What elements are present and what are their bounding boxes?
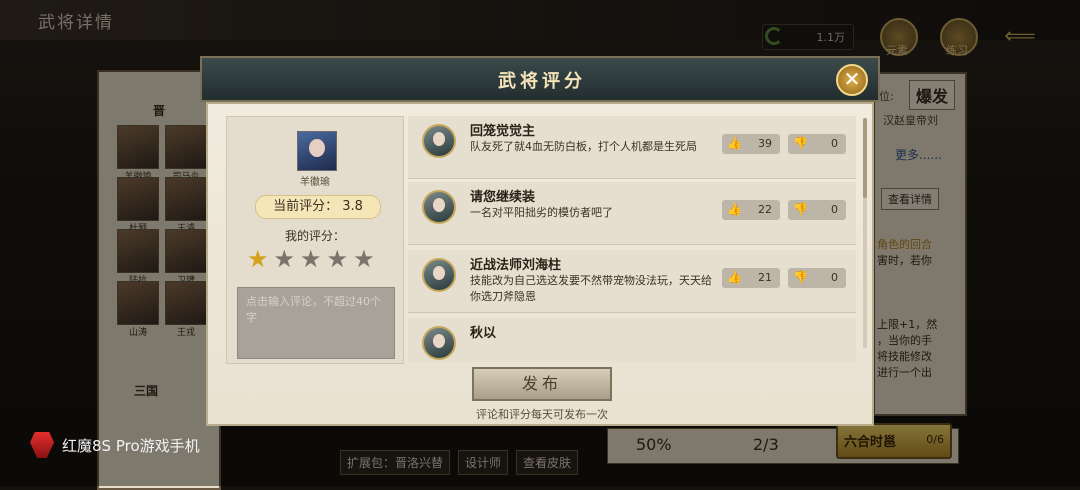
dislike-button[interactable]: 👎 0 bbox=[788, 134, 846, 154]
comment-input[interactable]: 点击输入评论，不超过40个字 bbox=[237, 287, 395, 359]
comment-text: 一名对平阳拙劣的模仿者吧了 bbox=[470, 206, 613, 219]
comment-item: 近战法师刘海柱 技能改为自己选这发要不然带宠物没法玩，天天给你选刀斧隐恩 👍 21… bbox=[408, 250, 856, 313]
dialog-title: 武将评分 bbox=[498, 71, 586, 92]
thumbs-up-icon: 👍 bbox=[727, 136, 742, 150]
dialog-header: 武将评分 ✕ bbox=[200, 56, 880, 102]
close-icon[interactable]: ✕ bbox=[836, 64, 868, 96]
like-button[interactable]: 👍 21 bbox=[722, 268, 780, 288]
publish-note: 评论和评分每天可发布一次 bbox=[476, 408, 608, 421]
comment-placeholder: 点击输入评论，不超过40个字 bbox=[246, 295, 381, 324]
star-icon[interactable]: ★ bbox=[300, 247, 322, 271]
avatar bbox=[422, 190, 456, 224]
comment-item: 请您继续装 一名对平阳拙劣的模仿者吧了 👍 22 👎 0 bbox=[408, 182, 856, 245]
current-score-label: 当前评分： bbox=[273, 199, 339, 214]
like-button[interactable]: 👍 39 bbox=[722, 134, 780, 154]
device-watermark: 红魔8S Pro游戏手机 bbox=[30, 432, 200, 458]
publish-button[interactable]: 发布 bbox=[472, 367, 612, 401]
comment-author: 回笼觉觉主 bbox=[470, 124, 536, 139]
watermark-text: 红魔8S Pro游戏手机 bbox=[62, 436, 200, 455]
scroll-thumb[interactable] bbox=[863, 118, 867, 198]
comment-author: 秋以 bbox=[470, 326, 497, 341]
like-count: 39 bbox=[758, 137, 772, 150]
star-icon[interactable]: ★ bbox=[327, 247, 349, 271]
comment-item: 秋以 bbox=[408, 318, 856, 362]
rating-dialog: 武将评分 ✕ 羊徽瑜 当前评分： 3.8 我的评分： ★ ★ ★ ★ ★ 点击输入评论，… bbox=[200, 56, 880, 432]
thumbs-down-icon: 👎 bbox=[793, 202, 808, 216]
comment-text: 队友死了就4血无防白板，打个人机都是生死局 bbox=[470, 140, 697, 153]
hero-portrait bbox=[297, 131, 337, 171]
thumbs-up-icon: 👍 bbox=[727, 202, 742, 216]
thumbs-down-icon: 👎 bbox=[793, 270, 808, 284]
thumbs-up-icon: 👍 bbox=[727, 270, 742, 284]
dislike-button[interactable]: 👎 0 bbox=[788, 268, 846, 288]
dislike-count: 0 bbox=[831, 203, 838, 216]
current-score-badge: 当前评分： 3.8 bbox=[255, 195, 381, 219]
like-button[interactable]: 👍 22 bbox=[722, 200, 780, 220]
comment-list: 回笼觉觉主 队友死了就4血无防白板，打个人机都是生死局 👍 39 👎 0 请您继续装… bbox=[408, 116, 860, 362]
star-rating: ★ ★ ★ ★ ★ bbox=[247, 247, 375, 271]
my-score-label: 我的评分： bbox=[284, 229, 345, 243]
dialog-body: 羊徽瑜 当前评分： 3.8 我的评分： ★ ★ ★ ★ ★ 点击输入评论，不超过40个字… bbox=[206, 102, 874, 426]
comment-item: 回笼觉觉主 队友死了就4血无防白板，打个人机都是生死局 👍 39 👎 0 bbox=[408, 116, 856, 179]
avatar bbox=[422, 258, 456, 292]
comment-author: 近战法师刘海柱 bbox=[470, 258, 562, 273]
dislike-button[interactable]: 👎 0 bbox=[788, 200, 846, 220]
comment-scrollbar[interactable] bbox=[863, 118, 867, 348]
star-icon[interactable]: ★ bbox=[247, 247, 269, 271]
red-magic-logo-icon bbox=[30, 432, 54, 458]
thumbs-down-icon: 👎 bbox=[793, 136, 808, 150]
like-count: 22 bbox=[758, 203, 772, 216]
star-icon[interactable]: ★ bbox=[274, 247, 296, 271]
dislike-count: 0 bbox=[831, 271, 838, 284]
comment-author: 请您继续装 bbox=[470, 190, 536, 205]
hero-name: 羊徽瑜 bbox=[300, 177, 330, 188]
rating-panel: 羊徽瑜 当前评分： 3.8 我的评分： ★ ★ ★ ★ ★ 点击输入评论，不超过40个字 bbox=[226, 116, 404, 364]
comment-text: 技能改为自己选这发要不然带宠物没法玩，天天给你选刀斧隐恩 bbox=[470, 274, 712, 303]
avatar bbox=[422, 124, 456, 158]
current-score-value: 3.8 bbox=[342, 199, 363, 214]
dislike-count: 0 bbox=[831, 137, 838, 150]
star-icon[interactable]: ★ bbox=[353, 247, 375, 271]
like-count: 21 bbox=[758, 271, 772, 284]
avatar bbox=[422, 326, 456, 360]
